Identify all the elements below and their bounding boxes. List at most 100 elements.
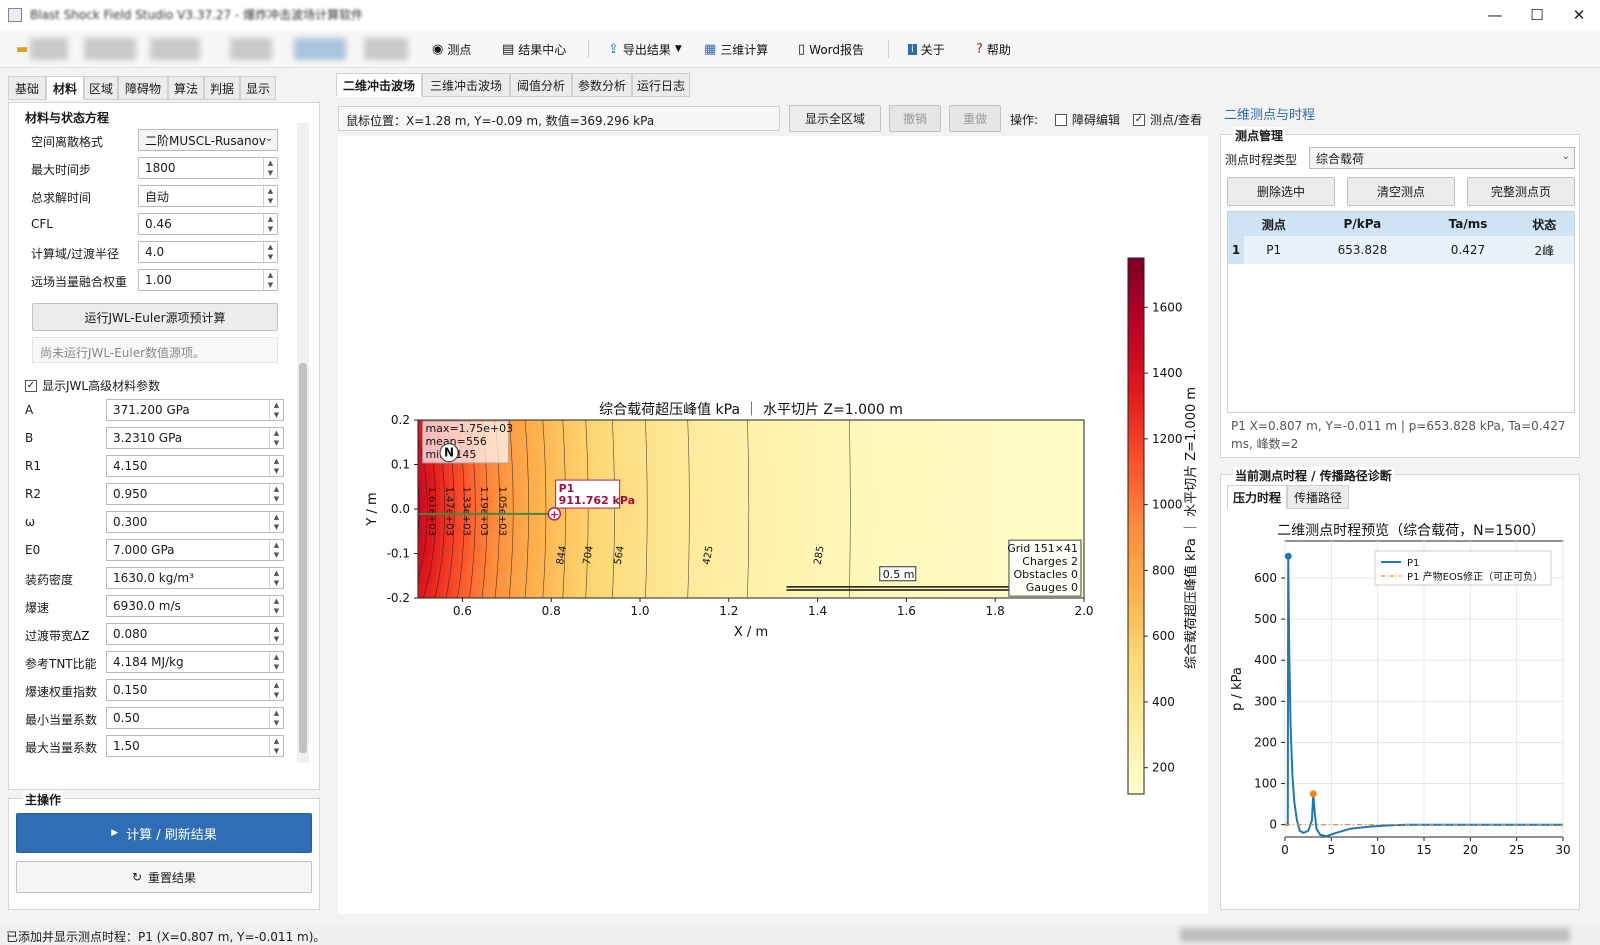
spin-arrows-icon[interactable]: ▲ ▼ <box>269 400 283 420</box>
tab-propagation-path[interactable]: 传播路径 <box>1287 485 1349 509</box>
panel-scrollbar[interactable] <box>297 123 309 763</box>
spin-arrows-icon[interactable]: ▲ ▼ <box>263 158 277 178</box>
obstacle-edit-checkbox[interactable]: 障碍编辑 <box>1055 111 1120 128</box>
spin-arrows-icon[interactable]: ▲ ▼ <box>269 652 283 672</box>
center-tab[interactable]: 参数分析 <box>572 73 632 97</box>
left-tab[interactable]: 基础 <box>8 76 46 100</box>
spin-arrows-icon[interactable]: ▲ ▼ <box>269 680 283 700</box>
left-tab[interactable]: 材料 <box>46 76 84 100</box>
jwl-param-spinbox[interactable]: 6930.0 m/s ▲ ▼ <box>106 595 284 617</box>
run-jwl-euler-button[interactable]: 运行JWL-Euler源项预计算 <box>32 303 278 331</box>
left-tab[interactable]: 判据 <box>204 76 240 100</box>
minimize-button[interactable]: — <box>1472 0 1518 30</box>
material-spinbox[interactable]: 自动 ▲ ▼ <box>138 185 278 207</box>
info-icon: i <box>908 43 917 55</box>
maximize-button[interactable]: ☐ <box>1514 0 1560 30</box>
calc-3d-button[interactable]: ▦ 三维计算 <box>704 39 768 59</box>
folder-icon[interactable]: ▬ <box>16 39 28 59</box>
material-spinbox[interactable]: 4.0 ▲ ▼ <box>138 241 278 263</box>
discretization-select[interactable]: 二阶MUSCL-Rusanov ⌄ <box>138 129 278 151</box>
spin-arrows-icon[interactable]: ▲ ▼ <box>269 428 283 448</box>
show-all-button[interactable]: 显示全区域 <box>789 105 881 132</box>
jwl-param-spinbox[interactable]: 4.184 MJ/kg ▲ ▼ <box>106 651 284 673</box>
spin-arrows-icon[interactable]: ▲ ▼ <box>269 540 283 560</box>
gauge-view-checkbox[interactable]: ✓ 测点/查看 <box>1133 111 1202 128</box>
left-tab[interactable]: 显示 <box>240 76 276 100</box>
spin-arrows-icon[interactable]: ▲ ▼ <box>263 186 277 206</box>
heatmap-cell <box>466 464 472 480</box>
results-center-button[interactable]: ▤ 结果中心 <box>502 39 566 59</box>
material-spinbox[interactable]: 0.46 ▲ ▼ <box>138 213 278 235</box>
spin-arrows-icon[interactable]: ▲ ▼ <box>269 512 283 532</box>
heatmap-cell <box>728 508 734 525</box>
spin-arrows-icon[interactable]: ▲ ▼ <box>263 270 277 290</box>
compute-refresh-button[interactable]: ▶ 计算 / 刷新结果 <box>16 813 312 853</box>
close-button[interactable]: ✕ <box>1556 0 1600 30</box>
heatmap-cell <box>529 464 535 480</box>
heatmap-cell <box>600 464 606 480</box>
jwl-param-spinbox[interactable]: 3.2310 GPa ▲ ▼ <box>106 427 284 449</box>
heatmap-cell <box>702 508 708 525</box>
gauge-table[interactable]: 测点 P/kPa Ta/ms 状态 1 P1 653.828 0.427 2峰 <box>1227 211 1575 413</box>
spin-arrows-icon[interactable]: ▲ ▼ <box>263 214 277 234</box>
scrollbar-thumb[interactable] <box>299 363 307 753</box>
center-tab[interactable]: 运行日志 <box>632 73 690 97</box>
center-tab[interactable]: 阈值分析 <box>510 73 572 97</box>
export-results-button[interactable]: ⇪ 导出结果 ▼ <box>608 39 682 59</box>
delete-selected-button[interactable]: 删除选中 <box>1227 177 1335 206</box>
heatmap-cell <box>848 523 854 540</box>
heatmap-cell <box>493 568 499 584</box>
spin-arrows-icon[interactable]: ▲ ▼ <box>269 596 283 616</box>
material-spinbox[interactable]: 1.00 ▲ ▼ <box>138 269 278 291</box>
reset-results-button[interactable]: ↻ 重置结果 <box>16 861 312 893</box>
spin-arrows-icon[interactable]: ▲ ▼ <box>269 484 283 504</box>
left-tab[interactable]: 算法 <box>168 76 204 100</box>
chevron-down-icon[interactable]: ⌄ <box>265 133 273 144</box>
heatmap-cell <box>560 464 566 480</box>
table-header[interactable]: 测点 <box>1244 212 1304 236</box>
about-button[interactable]: i 关于 <box>908 39 945 59</box>
spin-arrows-icon[interactable]: ▲ ▼ <box>269 568 283 588</box>
redo-button[interactable]: 重做 <box>949 105 1001 132</box>
left-tab[interactable]: 区域 <box>84 76 118 100</box>
undo-button[interactable]: 撤销 <box>889 105 941 132</box>
jwl-param-spinbox[interactable]: 0.080 ▲ ▼ <box>106 623 284 645</box>
show-jwl-advanced-checkbox[interactable]: ✓ 显示JWL高级材料参数 <box>25 377 160 394</box>
jwl-param-spinbox[interactable]: 1.50 ▲ ▼ <box>106 735 284 757</box>
jwl-param-spinbox[interactable]: 371.200 GPa ▲ ▼ <box>106 399 284 421</box>
spin-arrows-icon[interactable]: ▲ ▼ <box>263 242 277 262</box>
full-gauge-page-button[interactable]: 完整测点页 <box>1467 177 1575 206</box>
tab-pressure-history[interactable]: 压力时程 <box>1227 485 1287 509</box>
gauge-type-select[interactable]: 综合载荷 ⌄ <box>1309 147 1575 169</box>
jwl-param-spinbox[interactable]: 4.150 ▲ ▼ <box>106 455 284 477</box>
gauge-tool-button[interactable]: ◉ 测点 <box>432 39 471 59</box>
heatmap-cell <box>560 523 566 540</box>
field-viewer[interactable]: 1.61e+03 1.47e+03 1.33e+03 1.19e+03 1.05e+03… <box>338 136 1208 914</box>
jwl-param-spinbox[interactable]: 0.300 ▲ ▼ <box>106 511 284 533</box>
spin-arrows-icon[interactable]: ▲ ▼ <box>269 736 283 756</box>
x-tick-label: 0.8 <box>542 604 561 618</box>
table-header[interactable]: P/kPa <box>1303 212 1422 236</box>
table-header[interactable]: 状态 <box>1514 212 1574 236</box>
heatmap-cell <box>475 568 481 584</box>
jwl-param-spinbox[interactable]: 0.50 ▲ ▼ <box>106 707 284 729</box>
spin-arrows-icon[interactable]: ▲ ▼ <box>269 708 283 728</box>
jwl-param-spinbox[interactable]: 7.000 GPa ▲ ▼ <box>106 539 284 561</box>
jwl-param-spinbox[interactable]: 1630.0 kg/m³ ▲ ▼ <box>106 567 284 589</box>
material-spinbox[interactable]: 1800 ▲ ▼ <box>138 157 278 179</box>
table-header[interactable]: Ta/ms <box>1421 212 1515 236</box>
jwl-param-spinbox[interactable]: 0.950 ▲ ▼ <box>106 483 284 505</box>
overpressure-heatmap-chart[interactable]: 1.61e+03 1.47e+03 1.33e+03 1.19e+03 1.05e+03… <box>338 136 1208 914</box>
clear-gauges-button[interactable]: 清空测点 <box>1347 177 1455 206</box>
table-row[interactable]: 1 P1 653.828 0.427 2峰 <box>1228 236 1574 264</box>
heatmap-cell <box>489 464 495 480</box>
spin-arrows-icon[interactable]: ▲ ▼ <box>269 624 283 644</box>
help-button[interactable]: ? 帮助 <box>976 39 1011 59</box>
center-tab[interactable]: 三维冲击波场 <box>422 73 510 97</box>
center-tab[interactable]: 二维冲击波场 <box>336 73 422 97</box>
heatmap-cell <box>617 420 623 436</box>
word-report-button[interactable]: ▯ Word报告 <box>798 39 864 59</box>
left-tab[interactable]: 障碍物 <box>118 76 168 100</box>
jwl-param-spinbox[interactable]: 0.150 ▲ ▼ <box>106 679 284 701</box>
spin-arrows-icon[interactable]: ▲ ▼ <box>269 456 283 476</box>
